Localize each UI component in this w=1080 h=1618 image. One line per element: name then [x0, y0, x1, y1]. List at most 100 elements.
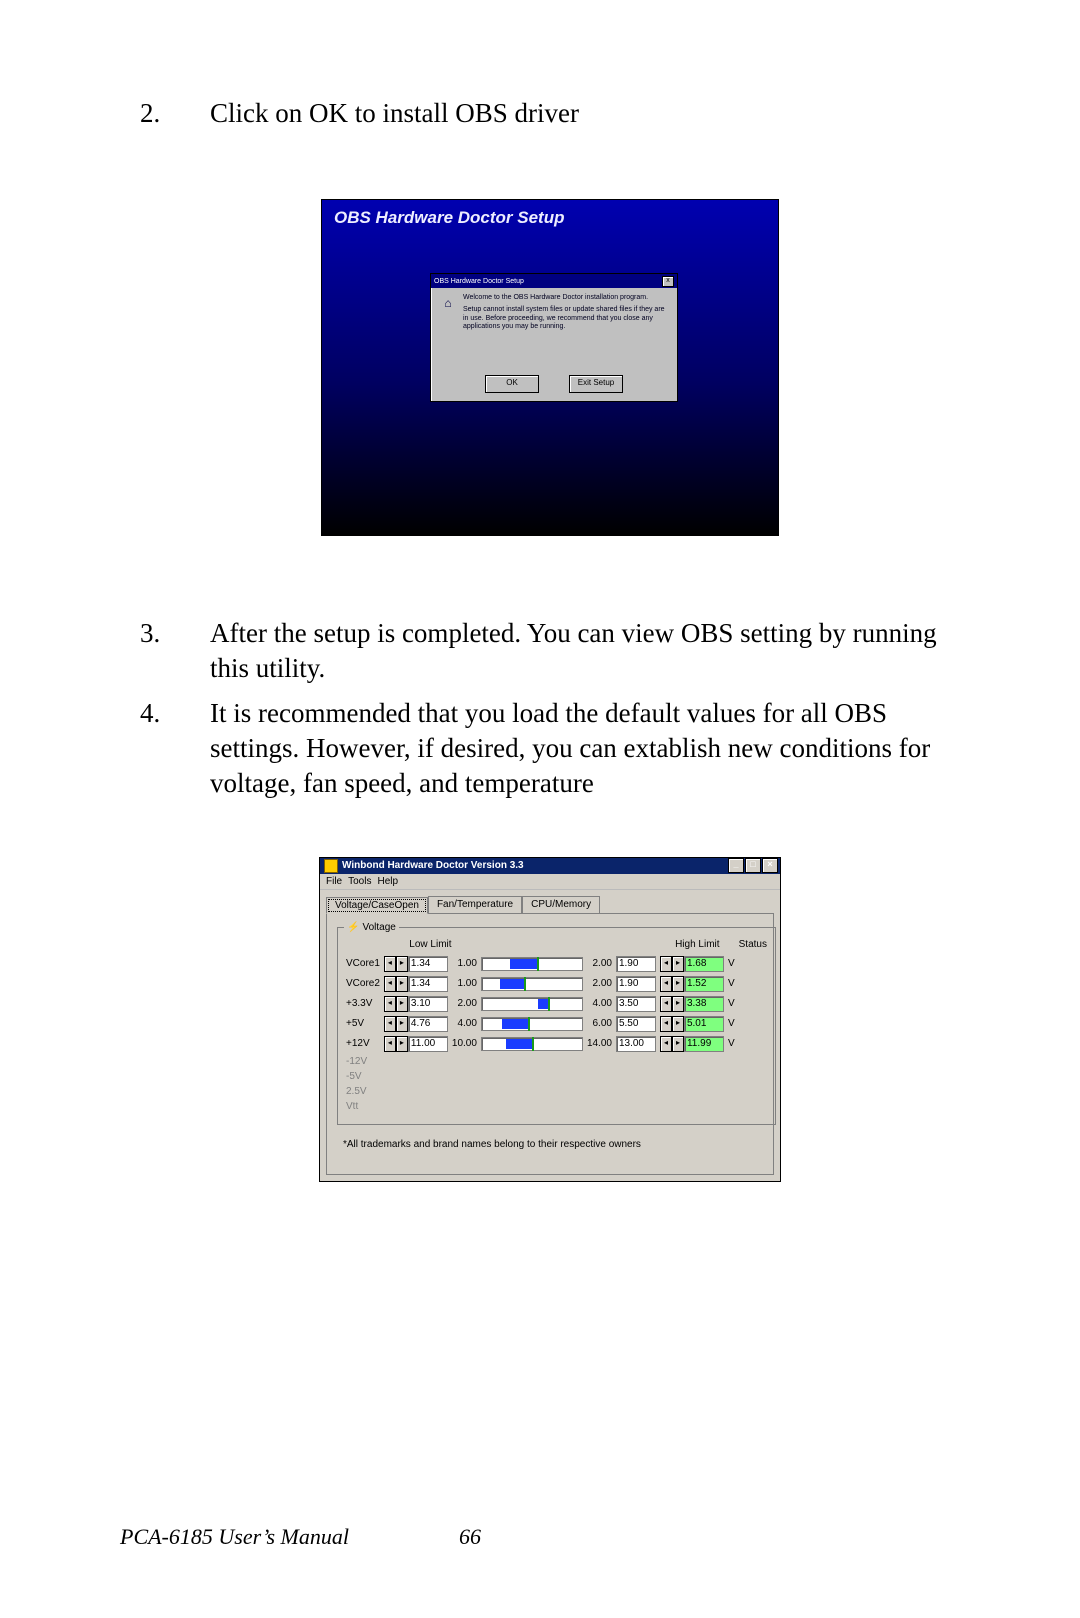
header-low-limit: Low Limit: [382, 939, 479, 954]
hardware-doctor-window: Winbond Hardware Doctor Version 3.3 _ □ …: [319, 857, 781, 1182]
spin-left-icon[interactable]: ◂: [660, 976, 672, 992]
voltage-bar: [481, 1017, 583, 1031]
minimize-button[interactable]: _: [728, 858, 744, 873]
voltage-name: VCore2: [344, 974, 382, 994]
tab-voltage[interactable]: Voltage/CaseOpen: [326, 897, 428, 914]
spin-right-icon[interactable]: ▸: [396, 996, 408, 1012]
low-limit-value[interactable]: 4.76: [408, 1016, 448, 1032]
spin-right-icon[interactable]: ▸: [396, 956, 408, 972]
high-limit-spinner[interactable]: ◂▸1.68: [660, 956, 724, 972]
table-row: VCore1◂▸1.341.002.001.90◂▸1.68V: [344, 954, 769, 974]
status-value: V: [726, 1014, 737, 1034]
voltage-bar: [481, 977, 583, 991]
status-value: V: [726, 994, 737, 1014]
axis-high: 2.00: [585, 974, 614, 994]
low-limit-value[interactable]: 11.00: [408, 1036, 448, 1052]
list-number: 3.: [140, 616, 210, 686]
axis-high: 6.00: [585, 1014, 614, 1034]
spin-left-icon[interactable]: ◂: [660, 1036, 672, 1052]
voltage-bar: [481, 997, 583, 1011]
status-value: V: [726, 1034, 737, 1054]
close-icon[interactable]: x: [662, 276, 674, 287]
voltage-name: +5V: [344, 1014, 382, 1034]
spin-left-icon[interactable]: ◂: [660, 996, 672, 1012]
dialog-title: OBS Hardware Doctor Setup: [434, 278, 524, 285]
list-item: 2. Click on OK to install OBS driver: [140, 96, 960, 131]
menu-help[interactable]: Help: [377, 876, 398, 887]
high-limit-spinner[interactable]: ◂▸5.01: [660, 1016, 724, 1032]
low-limit-spinner[interactable]: ◂▸1.34: [384, 976, 448, 992]
voltage-name: Vtt: [344, 1099, 382, 1114]
high-limit-value: 1.90: [616, 976, 656, 992]
axis-low: 1.00: [450, 954, 479, 974]
spin-left-icon[interactable]: ◂: [384, 1036, 396, 1052]
instruction-list-continued: 3. After the setup is completed. You can…: [140, 616, 960, 801]
spin-right-icon[interactable]: ▸: [672, 976, 684, 992]
high-limit-spinner[interactable]: ◂▸1.52: [660, 976, 724, 992]
tab-row: Voltage/CaseOpen Fan/Temperature CPU/Mem…: [320, 890, 780, 913]
high-limit-value: 1.90: [616, 956, 656, 972]
close-button[interactable]: ×: [762, 858, 778, 873]
list-item: 4. It is recommended that you load the d…: [140, 696, 960, 801]
voltage-name: +3.3V: [344, 994, 382, 1014]
spin-left-icon[interactable]: ◂: [660, 956, 672, 972]
axis-high: 4.00: [585, 994, 614, 1014]
low-limit-value[interactable]: 3.10: [408, 996, 448, 1012]
voltage-table: Low Limit High Limit Status VCore1◂▸1.34…: [344, 939, 769, 1114]
trademark-footnote: *All trademarks and brand names belong t…: [343, 1139, 763, 1150]
voltage-bar: [481, 1037, 583, 1051]
header-status: Status: [737, 939, 769, 954]
voltage-group: ⚡ Voltage Low Limit High Limit Status: [337, 922, 776, 1125]
spin-left-icon[interactable]: ◂: [384, 1016, 396, 1032]
table-row: Vtt: [344, 1099, 769, 1114]
spin-left-icon[interactable]: ◂: [660, 1016, 672, 1032]
voltage-name: +12V: [344, 1034, 382, 1054]
ok-button[interactable]: OK: [485, 375, 539, 393]
high-limit-spinner[interactable]: ◂▸11.99: [660, 1036, 724, 1052]
table-row: VCore2◂▸1.341.002.001.90◂▸1.52V: [344, 974, 769, 994]
page-footer: PCA-6185 User’s Manual 66: [120, 1524, 620, 1550]
voltage-name: -12V: [344, 1054, 382, 1069]
spin-right-icon[interactable]: ▸: [672, 996, 684, 1012]
window-title: Winbond Hardware Doctor Version 3.3: [342, 860, 524, 871]
spin-right-icon[interactable]: ▸: [672, 1036, 684, 1052]
spin-left-icon[interactable]: ◂: [384, 976, 396, 992]
low-limit-spinner[interactable]: ◂▸1.34: [384, 956, 448, 972]
low-limit-spinner[interactable]: ◂▸3.10: [384, 996, 448, 1012]
maximize-button[interactable]: □: [745, 858, 761, 873]
spin-left-icon[interactable]: ◂: [384, 956, 396, 972]
list-text: It is recommended that you load the defa…: [210, 696, 960, 801]
axis-high: 14.00: [585, 1034, 614, 1054]
list-item: 3. After the setup is completed. You can…: [140, 616, 960, 686]
voltage-bar: [481, 957, 583, 971]
menu-tools[interactable]: Tools: [348, 876, 371, 887]
low-limit-value[interactable]: 1.34: [408, 956, 448, 972]
obs-setup-screenshot: OBS Hardware Doctor Setup OBS Hardware D…: [321, 199, 779, 536]
spin-right-icon[interactable]: ▸: [396, 1016, 408, 1032]
spin-right-icon[interactable]: ▸: [672, 956, 684, 972]
low-limit-value[interactable]: 1.34: [408, 976, 448, 992]
header-high-limit: High Limit: [658, 939, 737, 954]
high-limit-spinner[interactable]: ◂▸3.38: [660, 996, 724, 1012]
list-text: After the setup is completed. You can vi…: [210, 616, 960, 686]
axis-low: 1.00: [450, 974, 479, 994]
reading-value: 1.68: [684, 956, 724, 972]
spin-right-icon[interactable]: ▸: [672, 1016, 684, 1032]
menu-file[interactable]: File: [326, 876, 342, 887]
spin-right-icon[interactable]: ▸: [396, 976, 408, 992]
footer-manual-title: PCA-6185 User’s Manual: [120, 1524, 349, 1550]
spin-left-icon[interactable]: ◂: [384, 996, 396, 1012]
high-limit-value: 3.50: [616, 996, 656, 1012]
tab-fan-temp[interactable]: Fan/Temperature: [428, 896, 522, 913]
high-limit-value: 5.50: [616, 1016, 656, 1032]
spin-right-icon[interactable]: ▸: [396, 1036, 408, 1052]
voltage-name: -5V: [344, 1069, 382, 1084]
reading-value: 1.52: [684, 976, 724, 992]
low-limit-spinner[interactable]: ◂▸4.76: [384, 1016, 448, 1032]
tab-cpu-memory[interactable]: CPU/Memory: [522, 896, 600, 913]
low-limit-spinner[interactable]: ◂▸11.00: [384, 1036, 448, 1052]
exit-setup-button[interactable]: Exit Setup: [569, 375, 623, 393]
footer-page-number: 66: [459, 1524, 481, 1550]
setup-message-1: Welcome to the OBS Hardware Doctor insta…: [463, 294, 669, 302]
setup-dialog: OBS Hardware Doctor Setup x ⌂ Welcome to…: [430, 273, 678, 402]
